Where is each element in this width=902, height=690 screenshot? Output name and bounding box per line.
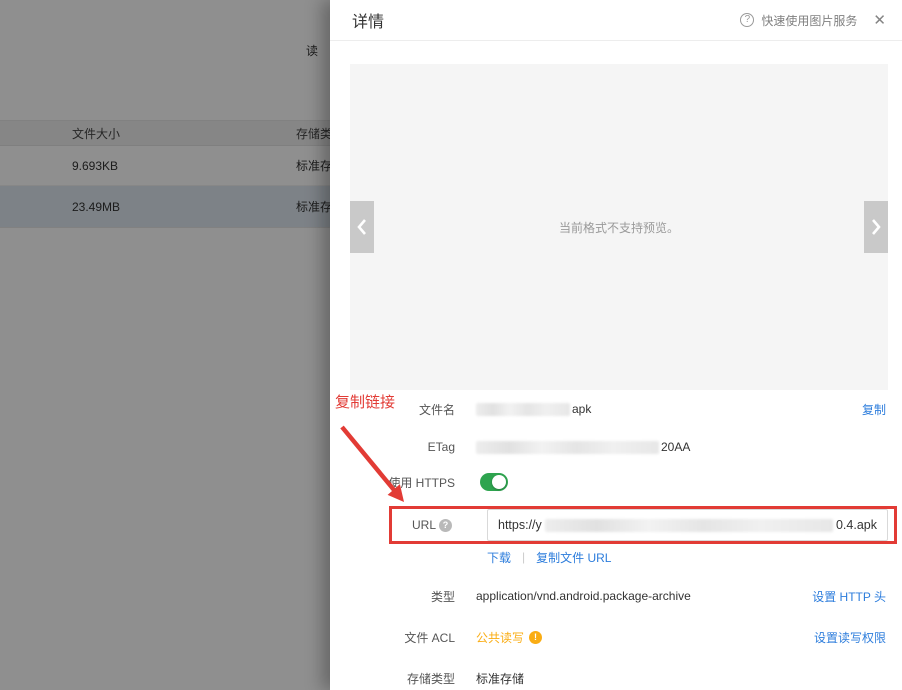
url-suffix: 0.4.apk [836, 518, 877, 532]
links-divider: | [522, 550, 525, 564]
url-input[interactable]: https://y 0.4.apk [487, 509, 888, 541]
acl-value: 公共读写 ! [476, 629, 542, 646]
close-icon[interactable]: ✕ [873, 11, 886, 29]
preview-unsupported-message: 当前格式不支持预览。 [559, 219, 679, 236]
header-help-link[interactable]: ? 快速使用图片服务 [740, 12, 857, 29]
filename-value: apk [476, 402, 591, 416]
storage-type-value: 标准存储 [476, 670, 524, 687]
chevron-right-icon [871, 218, 881, 236]
storage-type-label: 存储类型 [330, 670, 455, 686]
url-actions-row: 下载 | 复制文件 URL [330, 549, 902, 565]
file-preview-area: 当前格式不支持预览。 [350, 64, 888, 390]
url-label-text: URL [412, 518, 436, 532]
etag-value: 20AA [476, 440, 690, 454]
https-toggle[interactable] [480, 473, 508, 491]
copy-filename-link[interactable]: 复制 [862, 401, 886, 418]
annotation-arrow-icon [338, 424, 410, 511]
url-label: URL ? [412, 506, 458, 544]
https-row: 使用 HTTPS [330, 473, 902, 491]
panel-header: 详情 ? 快速使用图片服务 ✕ [330, 0, 902, 41]
type-value: application/vnd.android.package-archive [476, 589, 691, 603]
url-row: URL ? https://y 0.4.apk [330, 506, 902, 544]
url-prefix: https://y [498, 518, 542, 532]
type-row: 类型 application/vnd.android.package-archi… [330, 588, 902, 604]
chevron-left-icon [357, 218, 367, 236]
etag-suffix: 20AA [661, 440, 690, 454]
toggle-knob [492, 475, 506, 489]
type-label: 类型 [330, 588, 455, 604]
next-file-button[interactable] [864, 201, 888, 253]
acl-row: 文件 ACL 公共读写 ! 设置读写权限 [330, 629, 902, 645]
help-circle-icon: ? [740, 13, 754, 27]
storage-type-row: 存储类型 标准存储 [330, 670, 902, 686]
previous-file-button[interactable] [350, 201, 374, 253]
set-http-header-link[interactable]: 设置 HTTP 头 [812, 588, 886, 605]
download-link[interactable]: 下载 [487, 549, 511, 566]
copy-file-url-link[interactable]: 复制文件 URL [536, 549, 611, 566]
annotation-copy-link-label: 复制链接 [335, 391, 395, 412]
filename-suffix: apk [572, 402, 591, 416]
etag-row: ETag 20AA [330, 439, 902, 455]
redacted-etag [476, 441, 659, 454]
redacted-url [545, 519, 833, 532]
filename-row: 文件名 apk 复制 [330, 401, 902, 417]
panel-title: 详情 [352, 8, 384, 32]
url-help-icon[interactable]: ? [439, 519, 452, 532]
acl-value-text: 公共读写 [476, 629, 524, 646]
set-acl-link[interactable]: 设置读写权限 [814, 629, 886, 646]
details-panel: 详情 ? 快速使用图片服务 ✕ 当前格式不支持预览。 文件名 apk 复制 ET… [330, 0, 902, 690]
redacted-filename [476, 403, 570, 416]
acl-label: 文件 ACL [330, 629, 455, 645]
header-help-label: 快速使用图片服务 [761, 12, 857, 29]
warning-icon: ! [529, 631, 542, 644]
